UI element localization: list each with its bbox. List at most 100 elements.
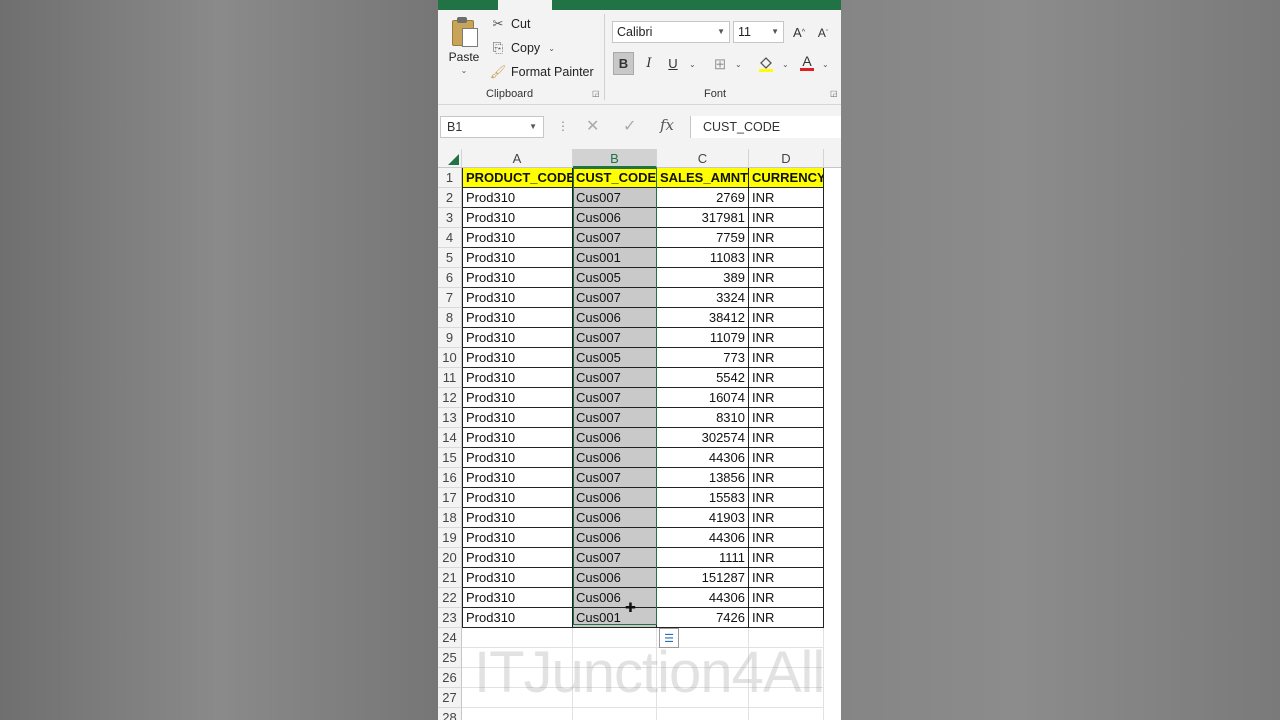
row-header[interactable]: 22 [438,588,462,608]
chevron-down-icon[interactable]: ⌄ [822,60,829,69]
table-cell[interactable]: 1111 [657,548,749,568]
select-all-button[interactable] [438,149,462,168]
table-cell[interactable]: INR [749,608,824,628]
row-header[interactable]: 26 [438,668,462,688]
table-cell[interactable]: Cus001 [573,248,657,268]
row-header[interactable]: 16 [438,468,462,488]
table-cell[interactable]: Cus007 [573,468,657,488]
quick-analysis-icon[interactable]: ☰ [659,628,679,648]
table-cell[interactable]: 15583 [657,488,749,508]
table-cell[interactable]: INR [749,548,824,568]
row-header[interactable]: 10 [438,348,462,368]
table-cell[interactable]: Cus007 [573,368,657,388]
format-painter-button[interactable]: 🖌 Format Painter [490,62,594,82]
table-cell[interactable]: Prod310 [462,408,573,428]
table-cell[interactable]: INR [749,228,824,248]
row-header[interactable]: 13 [438,408,462,428]
enter-icon[interactable]: ✓ [623,116,636,136]
column-header-b[interactable]: B [573,149,657,168]
table-cell[interactable]: Prod310 [462,368,573,388]
row-header[interactable]: 1 [438,168,462,188]
bold-button[interactable]: B [613,52,634,75]
table-cell[interactable]: Cus007 [573,288,657,308]
table-cell[interactable]: 13856 [657,468,749,488]
row-header[interactable]: 3 [438,208,462,228]
font-size-select[interactable]: 11 ▼ [733,21,784,43]
table-cell[interactable]: Prod310 [462,388,573,408]
table-cell[interactable]: INR [749,488,824,508]
table-cell[interactable]: Prod310 [462,248,573,268]
chevron-down-icon[interactable]: ⌄ [735,60,742,69]
row-header[interactable]: 28 [438,708,462,720]
table-cell[interactable]: Cus005 [573,268,657,288]
table-cell[interactable]: INR [749,468,824,488]
table-cell[interactable]: Prod310 [462,508,573,528]
table-cell[interactable]: INR [749,428,824,448]
dialog-launcher-icon[interactable]: ◲ [592,90,600,98]
table-cell[interactable]: INR [749,188,824,208]
increase-font-size-icon[interactable]: A ^ [790,23,808,41]
row-header[interactable]: 15 [438,448,462,468]
fill-color-icon[interactable] [756,53,776,74]
table-cell[interactable]: 151287 [657,568,749,588]
table-cell[interactable]: Prod310 [462,188,573,208]
table-cell[interactable]: INR [749,388,824,408]
active-ribbon-tab[interactable] [498,0,552,10]
table-cell[interactable]: Prod310 [462,208,573,228]
table-cell[interactable]: INR [749,508,824,528]
table-cell[interactable]: INR [749,588,824,608]
insert-function-icon[interactable]: fx [660,116,674,134]
formula-input[interactable]: CUST_CODE [690,116,841,138]
row-header[interactable]: 27 [438,688,462,708]
table-cell[interactable]: Prod310 [462,328,573,348]
table-cell[interactable]: Cus006 [573,448,657,468]
table-cell[interactable]: 7759 [657,228,749,248]
table-cell[interactable]: 16074 [657,388,749,408]
row-header[interactable]: 8 [438,308,462,328]
table-cell[interactable]: Prod310 [462,528,573,548]
table-cell[interactable]: Prod310 [462,548,573,568]
table-cell[interactable]: 11083 [657,248,749,268]
table-cell[interactable]: Cus005 [573,348,657,368]
column-header-d[interactable]: D [749,149,824,168]
table-cell[interactable]: Cus007 [573,228,657,248]
row-header[interactable]: 24 [438,628,462,648]
table-cell[interactable]: INR [749,408,824,428]
table-cell[interactable]: Prod310 [462,488,573,508]
table-cell[interactable]: 41903 [657,508,749,528]
table-cell[interactable]: INR [749,328,824,348]
row-header[interactable]: 21 [438,568,462,588]
table-cell[interactable]: Cus007 [573,548,657,568]
name-box[interactable]: B1 ▼ [440,116,544,138]
row-header[interactable]: 2 [438,188,462,208]
cut-button[interactable]: ✂ Cut [490,14,531,34]
table-cell[interactable]: 389 [657,268,749,288]
table-cell[interactable]: 5542 [657,368,749,388]
table-cell[interactable]: INR [749,208,824,228]
table-cell[interactable]: 11079 [657,328,749,348]
table-cell[interactable]: INR [749,568,824,588]
table-cell[interactable]: INR [749,288,824,308]
row-header[interactable]: 20 [438,548,462,568]
row-header[interactable]: 17 [438,488,462,508]
spreadsheet-grid[interactable]: A B C D 1 PRODUCT_CODE CUST_CODE SALES_AMNT CURR… [438,149,841,720]
table-cell[interactable]: Prod310 [462,228,573,248]
paste-dropdown-icon[interactable]: ⌄ [446,66,482,75]
table-cell[interactable]: Cus007 [573,188,657,208]
table-cell[interactable]: 773 [657,348,749,368]
column-header-a[interactable]: A [462,149,573,168]
table-cell[interactable]: 302574 [657,428,749,448]
table-cell[interactable]: Prod310 [462,588,573,608]
underline-button[interactable]: U [664,53,682,74]
table-cell[interactable]: INR [749,248,824,268]
table-cell[interactable]: Cus006 [573,568,657,588]
table-cell[interactable] [657,708,749,720]
table-cell[interactable]: 2769 [657,188,749,208]
table-cell[interactable]: Cus007 [573,408,657,428]
table-cell[interactable]: INR [749,448,824,468]
row-header[interactable]: 18 [438,508,462,528]
table-cell[interactable]: Prod310 [462,608,573,628]
table-cell[interactable]: Cus006 [573,428,657,448]
row-header[interactable]: 25 [438,648,462,668]
row-header[interactable]: 6 [438,268,462,288]
